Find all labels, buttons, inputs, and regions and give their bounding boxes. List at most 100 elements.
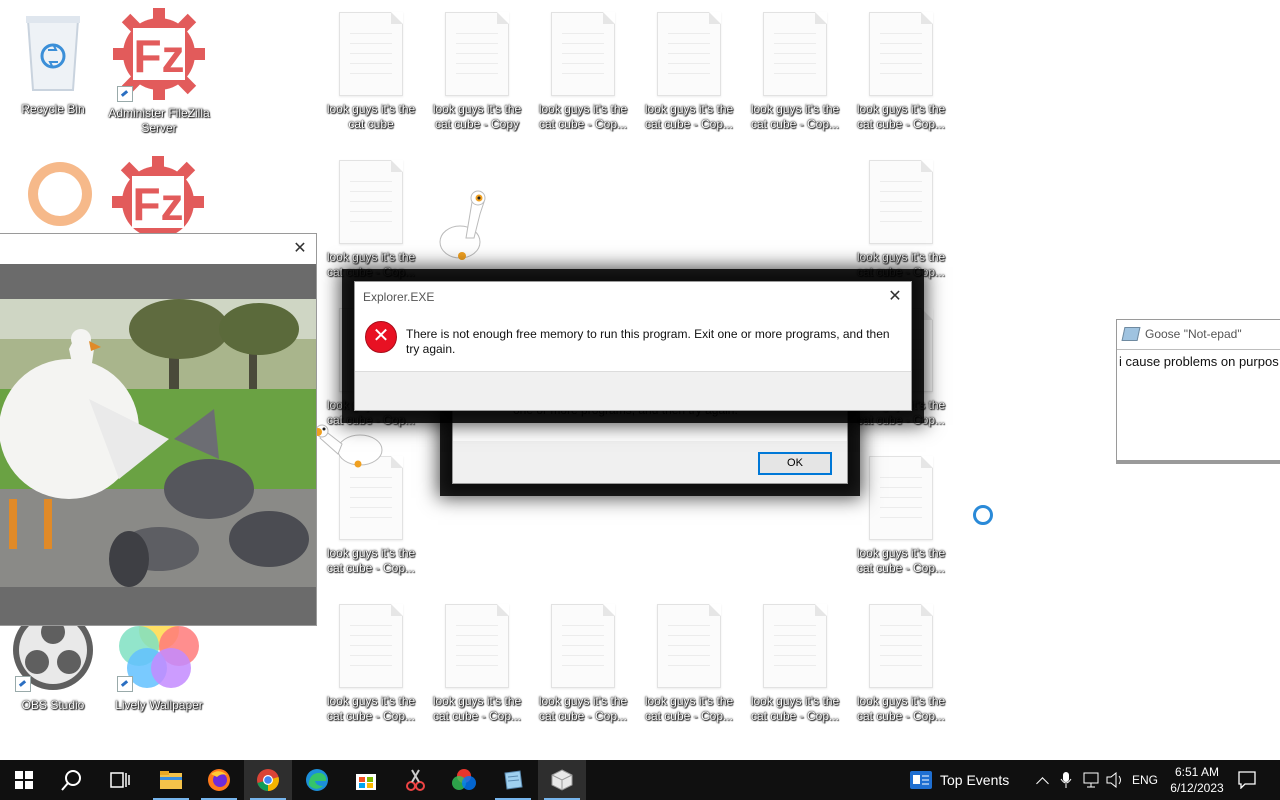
chevron-up-icon [1035,776,1049,790]
search-app-icon[interactable] [16,158,100,242]
tool-icon [406,769,425,791]
lively-wallpaper-label: Lively Wallpaper [115,698,203,712]
shortcut-arrow-icon [117,86,133,102]
microphone-icon [1060,772,1072,788]
chrome-taskbar-button[interactable] [244,760,292,800]
filezilla-icon: Fz [111,6,207,102]
text-document-icon [869,456,933,540]
top-events-widget[interactable]: Top Events [910,760,1020,800]
firefox-icon [208,769,230,791]
cat-cube-copy-file[interactable]: look guys it's the cat cube - Cop... [318,604,424,724]
text-document-icon [445,12,509,96]
filezilla-server-label: Administer FileZilla Server [108,106,210,135]
cat-cube-copy-file[interactable]: look guys it's the cat cube - Copy [424,12,530,132]
cat-cube-copy-file[interactable]: look guys it's the cat cube - Cop... [530,12,636,132]
shortcut-arrow-icon [15,676,31,692]
tool-taskbar-button[interactable] [391,760,439,800]
search-button[interactable] [48,760,96,800]
start-button[interactable] [0,760,48,800]
desktop[interactable]: Recycle Bin Fz Administer FileZilla Serv… [0,0,1280,760]
goose-notepad-window[interactable]: Goose "Not-epad" i cause problems on pur… [1116,319,1280,464]
cat-cube-copy-file[interactable]: look guys it's the cat cube - Cop... [636,12,742,132]
show-hidden-icons-button[interactable] [1032,760,1052,800]
store-taskbar-button[interactable] [342,760,390,800]
recycle-bin-shortcut[interactable]: Recycle Bin [0,8,106,117]
text-document-icon [869,604,933,688]
task-view-button[interactable] [96,760,144,800]
notepad-text-area[interactable]: i cause problems on purpos [1117,349,1280,466]
shortcut-arrow-icon [117,676,133,692]
cat-cube-copy-file[interactable]: look guys it's the cat cube - Cop... [848,12,954,132]
recycle-bin-label: Recycle Bin [21,102,85,116]
close-icon[interactable]: ✕ [284,234,316,264]
edge-taskbar-button[interactable] [293,760,341,800]
input-language-button[interactable]: ENG [1130,760,1160,800]
color-app-taskbar-button[interactable] [440,760,488,800]
obs-studio-label: OBS Studio [21,698,85,712]
notepad-titlebar[interactable]: Goose "Not-epad" [1117,320,1280,348]
windows-start-icon [15,771,33,789]
busy-cursor-icon [973,505,993,525]
svg-text:Fz: Fz [133,30,184,82]
action-center-button[interactable] [1232,760,1262,800]
cat-cube-copy-file[interactable]: look guys it's the cat cube - Cop... [742,604,848,724]
file-label: look guys it's the cat cube - Cop... [538,102,628,131]
text-document-icon [339,12,403,96]
text-document-icon [869,12,933,96]
notepad-icon [504,770,523,790]
language-label: ENG [1131,773,1158,787]
file-label: look guys it's the cat cube - Cop... [326,546,416,575]
task-view-icon [110,772,130,788]
firefox-taskbar-button[interactable] [195,760,243,800]
file-label: look guys it's the cat cube - Cop... [856,250,946,279]
filezilla-server-shortcut[interactable]: Fz Administer FileZilla Server [106,6,212,136]
file-label: look guys it's the cat cube - Cop... [750,694,840,723]
file-label: look guys it's the cat cube - Cop... [432,694,522,723]
cat-cube-copy-file[interactable]: look guys it's the cat cube - Cop... [636,604,742,724]
top-events-label: Top Events [940,772,1010,788]
window-titlebar[interactable]: ✕ [0,234,316,264]
error-icon: ✕ [365,321,397,353]
cat-cube-copy-file[interactable]: look guys it's the cat cube - Cop... [742,12,848,132]
cat-cube-copy-file[interactable]: look guys it's the cat cube - Cop... [424,604,530,724]
goose-attack-image [0,299,316,587]
microphone-tray-button[interactable] [1056,760,1076,800]
volume-tray-button[interactable] [1104,760,1126,800]
error-dialog[interactable]: Explorer.EXE ✕ ✕ There is not enough fre… [354,281,912,411]
cat-cube-copy-file[interactable]: look guys it's the cat cube - Cop... [318,160,424,280]
cat-cube-copy-file[interactable]: look guys it's the cat cube - Cop... [848,160,954,280]
store-icon [356,774,376,790]
goose-sprite [436,188,492,266]
notepad-taskbar-button[interactable] [489,760,537,800]
file-label: look guys it's the cat cube - Cop... [856,694,946,723]
clock-button[interactable]: 6:51 AM 6/12/2023 [1164,760,1230,800]
text-document-icon [869,160,933,244]
svg-text:Fz: Fz [132,178,183,230]
text-document-icon [339,604,403,688]
cat-cube-file[interactable]: look guys it's the cat cube [318,12,424,132]
close-icon[interactable]: ✕ [879,282,911,312]
notepad-title: Goose "Not-epad" [1145,327,1242,341]
dialog-title: Explorer.EXE [363,290,435,304]
edge-icon [306,769,328,791]
file-label: look guys it's the cat cube - Copy [432,102,522,131]
file-label: look guys it's the cat cube - Cop... [326,694,416,723]
goose-meme-window[interactable]: ✕ [0,233,317,626]
taskbar: Top Events ENG 6:51 AM 6/12/2023 [0,760,1280,800]
file-label: look guys it's the cat cube - Cop... [326,250,416,279]
network-tray-button[interactable] [1080,760,1102,800]
news-widget-icon [910,771,932,789]
goose-sprite [312,420,386,476]
network-icon [1083,772,1099,788]
ok-button[interactable]: OK [758,452,832,475]
desktop-goose-taskbar-button[interactable] [538,760,586,800]
filezilla-icon-2[interactable]: Fz [110,154,206,234]
dialog-footer [355,371,911,410]
cat-cube-copy-file[interactable]: look guys it's the cat cube - Cop... [848,456,954,576]
file-explorer-taskbar-button[interactable] [147,760,195,800]
cube-icon [551,769,573,791]
text-document-icon [551,604,615,688]
cat-cube-copy-file[interactable]: look guys it's the cat cube - Cop... [530,604,636,724]
cat-cube-copy-file[interactable]: look guys it's the cat cube - Cop... [848,604,954,724]
dialog-titlebar[interactable]: Explorer.EXE ✕ [355,282,911,312]
